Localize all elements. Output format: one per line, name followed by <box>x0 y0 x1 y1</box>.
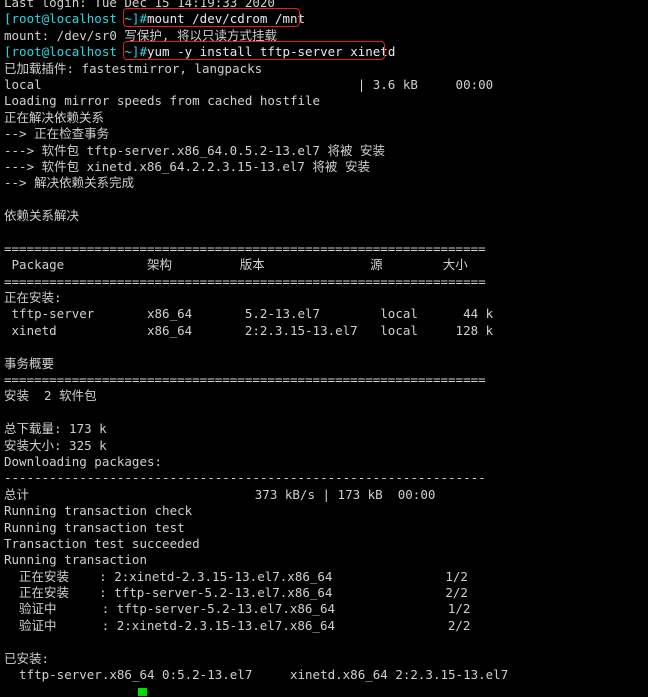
terminal-line: Last login: Tue Dec 15 14:19:33 2020 <box>4 0 508 11</box>
terminal-text: 正在安装 : tftp-server-5.2-13.el7.x86_64 2/2 <box>4 585 468 601</box>
terminal-text: ========================================… <box>4 371 486 387</box>
terminal-line: tftp-server x86_64 5.2-13.el7 local 44 k <box>4 306 508 322</box>
terminal-text: 总下载量: 173 k <box>4 421 107 437</box>
terminal-text: ========================================… <box>4 240 486 256</box>
terminal-line: 验证中 : tftp-server-5.2-13.el7.x86_64 1/2 <box>4 601 508 617</box>
terminal-text: Running transaction <box>4 552 147 568</box>
terminal-line: Transaction test succeeded <box>4 536 508 552</box>
terminal-line: ========================================… <box>4 274 508 290</box>
terminal-line: Package 架构 版本 源 大小 <box>4 257 508 273</box>
terminal-text: --> 解决依赖关系完成 <box>4 175 135 191</box>
terminal-text: tftp-server x86_64 5.2-13.el7 local 44 k <box>4 306 494 322</box>
terminal-line: ========================================… <box>4 241 508 257</box>
terminal-line: ----------------------------------------… <box>4 470 508 486</box>
terminal-cursor <box>138 688 147 696</box>
terminal-text: 总计 373 kB/s | 173 kB 00:00 <box>4 486 436 502</box>
terminal-text: Running transaction check <box>4 503 193 519</box>
terminal-line: 验证中 : 2:xinetd-2.3.15-13.el7.x86_64 2/2 <box>4 618 508 634</box>
terminal-line: 正在安装: <box>4 290 508 306</box>
shell-prompt: [root@localhost ~]# <box>4 44 147 60</box>
terminal-text: 验证中 : tftp-server-5.2-13.el7.x86_64 1/2 <box>4 601 471 617</box>
terminal-text: ---> 软件包 tftp-server.x86_64.0.5.2-13.el7… <box>4 142 386 158</box>
terminal-text: Package 架构 版本 源 大小 <box>4 257 468 273</box>
terminal-line: 正在安装 : tftp-server-5.2-13.el7.x86_64 2/2 <box>4 585 508 601</box>
terminal-text: 已安装: <box>4 650 50 666</box>
terminal-window[interactable]: Last login: Tue Dec 15 14:19:33 2020 [roo… <box>0 0 648 697</box>
terminal-text: mount: /dev/sr0 写保护, 将以只读方式挂载 <box>4 27 277 43</box>
terminal-line: Downloading packages: <box>4 454 508 470</box>
terminal-line: ---> 软件包 xinetd.x86_64.2.2.3.15-13.el7 将… <box>4 159 508 175</box>
terminal-output: Last login: Tue Dec 15 14:19:33 2020 [roo… <box>4 0 508 697</box>
terminal-line: --> 解决依赖关系完成 <box>4 175 508 191</box>
terminal-text: xinetd x86_64 2:2.3.15-13.el7 local 128 … <box>4 322 494 338</box>
terminal-text: 已加载插件: fastestmirror, langpacks <box>4 60 263 76</box>
terminal-line: ---> 软件包 tftp-server.x86_64.0.5.2-13.el7… <box>4 143 508 159</box>
terminal-line: Running transaction check <box>4 503 508 519</box>
terminal-line: 事务概要 <box>4 356 508 372</box>
terminal-text: ----------------------------------------… <box>4 470 486 486</box>
terminal-text: Last login: Tue Dec 15 14:19:33 2020 <box>4 0 275 10</box>
terminal-line: 总计 373 kB/s | 173 kB 00:00 <box>4 487 508 503</box>
terminal-line: ========================================… <box>4 372 508 388</box>
terminal-line: mount: /dev/sr0 写保护, 将以只读方式挂载 <box>4 28 508 44</box>
terminal-text: Downloading packages: <box>4 453 163 469</box>
terminal-line: xinetd x86_64 2:2.3.15-13.el7 local 128 … <box>4 323 508 339</box>
terminal-text: 正在安装: <box>4 290 62 306</box>
terminal-line: tftp-server.x86_64 0:5.2-13.el7 xinetd.x… <box>4 667 508 683</box>
terminal-text: Running transaction test <box>4 519 185 535</box>
terminal-line: local | 3.6 kB 00:00 <box>4 77 508 93</box>
terminal-line: --> 正在检查事务 <box>4 126 508 142</box>
terminal-line: [root@localhost ~]#mount /dev/cdrom /mnt <box>4 11 508 27</box>
terminal-text: 正在解决依赖关系 <box>4 109 105 125</box>
terminal-text: Transaction test succeeded <box>4 535 200 551</box>
terminal-line: 正在解决依赖关系 <box>4 110 508 126</box>
terminal-line: 安装 2 软件包 <box>4 388 508 404</box>
terminal-line: Running transaction test <box>4 520 508 536</box>
terminal-text: Loading mirror speeds from cached hostfi… <box>4 93 321 109</box>
terminal-text: 安装大小: 325 k <box>4 437 107 453</box>
terminal-line: 安装大小: 325 k <box>4 438 508 454</box>
terminal-line: [root@localhost ~]#yum -y install tftp-s… <box>4 44 508 60</box>
terminal-text: 安装 2 软件包 <box>4 388 97 404</box>
terminal-line: 总下载量: 173 k <box>4 421 508 437</box>
terminal-line: Running transaction <box>4 552 508 568</box>
terminal-text: 正在安装 : 2:xinetd-2.3.15-13.el7.x86_64 1/2 <box>4 568 468 584</box>
terminal-text: --> 正在检查事务 <box>4 126 110 142</box>
terminal-text: yum -y install tftp-server xinetd <box>147 44 396 60</box>
terminal-text: 验证中 : 2:xinetd-2.3.15-13.el7.x86_64 2/2 <box>4 617 471 633</box>
terminal-text: local | 3.6 kB 00:00 <box>4 76 494 92</box>
terminal-line: 正在安装 : 2:xinetd-2.3.15-13.el7.x86_64 1/2 <box>4 569 508 585</box>
terminal-line: Loading mirror speeds from cached hostfi… <box>4 93 508 109</box>
terminal-text: ---> 软件包 xinetd.x86_64.2.2.3.15-13.el7 将… <box>4 158 370 174</box>
terminal-text: ========================================… <box>4 273 486 289</box>
terminal-line: 已安装: <box>4 651 508 667</box>
terminal-text: 事务概要 <box>4 355 55 371</box>
terminal-line: 依赖关系解决 <box>4 208 508 224</box>
terminal-text: 依赖关系解决 <box>4 208 80 224</box>
terminal-text: mount /dev/cdrom /mnt <box>147 11 306 27</box>
terminal-line: 已加载插件: fastestmirror, langpacks <box>4 61 508 77</box>
terminal-text: tftp-server.x86_64 0:5.2-13.el7 xinetd.x… <box>4 667 509 683</box>
shell-prompt: [root@localhost ~]# <box>4 11 147 27</box>
